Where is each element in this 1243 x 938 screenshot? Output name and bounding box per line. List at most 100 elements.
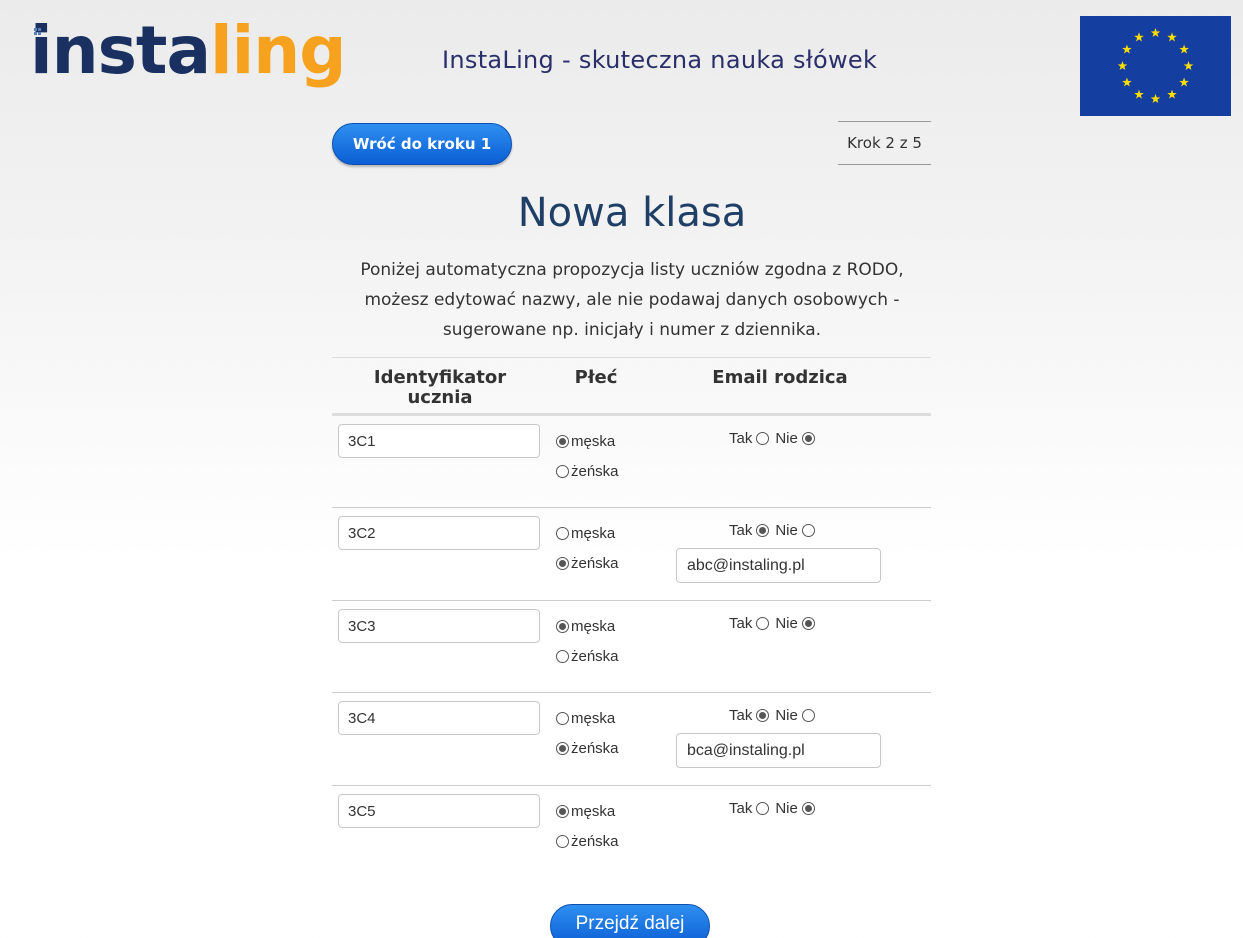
eu-star-icon — [1167, 32, 1177, 42]
email-yes-radio[interactable] — [756, 432, 770, 445]
gender-female-option[interactable]: żeńska — [556, 641, 619, 671]
parent-email-toggle: Tak Nie — [729, 430, 817, 447]
gender-female-radio[interactable] — [556, 556, 569, 570]
header-parent-email: Email rodzica — [712, 367, 848, 388]
student-row: 3C4 męska żeńska Tak Nie bca@instaling.p… — [332, 693, 931, 786]
email-no-label: Nie — [775, 800, 798, 817]
email-yes-radio[interactable] — [756, 802, 770, 815]
gender-male-radio[interactable] — [556, 804, 569, 818]
parent-email-toggle: Tak Nie — [729, 615, 817, 632]
gender-female-option[interactable]: żeńska — [556, 826, 619, 856]
email-yes-label: Tak — [729, 800, 753, 817]
email-yes-label: Tak — [729, 522, 753, 539]
gender-male-option[interactable]: męska — [556, 426, 619, 456]
gender-female-label: żeńska — [571, 554, 619, 572]
email-no-label: Nie — [775, 430, 798, 447]
intro-line: możesz edytować nazwy, ale nie podawaj d… — [364, 290, 900, 310]
eu-star-icon — [1179, 77, 1189, 87]
page-title: Nowa klasa — [517, 190, 747, 236]
eu-star-icon — [1150, 28, 1161, 38]
student-id-input[interactable]: 3C5 — [338, 794, 540, 828]
email-no-radio[interactable] — [801, 617, 815, 630]
email-no-radio[interactable] — [801, 432, 815, 445]
student-id-input[interactable]: 3C1 — [338, 424, 540, 458]
next-button[interactable]: Przejdź dalej — [550, 904, 710, 938]
intro-line: sugerowane np. inicjały i numer z dzienn… — [442, 320, 822, 340]
gender-female-option[interactable]: żeńska — [556, 733, 619, 763]
email-no-label: Nie — [775, 615, 798, 632]
gender-female-label: żeńska — [571, 832, 619, 850]
email-yes-label: Tak — [729, 430, 753, 447]
eu-star-icon — [1167, 89, 1177, 99]
eu-star-icon — [1179, 44, 1189, 54]
eu-star-icon — [1150, 94, 1161, 104]
back-to-step-1-button[interactable]: Wróć do kroku 1 — [332, 123, 512, 165]
gender-male-radio[interactable] — [556, 526, 569, 540]
table-top-divider — [332, 357, 931, 358]
gender-female-radio[interactable] — [556, 834, 569, 848]
parent-email-toggle: Tak Nie — [729, 800, 817, 817]
header-gender: Płeć — [574, 367, 618, 388]
logo-dots-icon — [34, 28, 42, 36]
email-no-radio[interactable] — [801, 524, 815, 537]
gender-male-label: męska — [571, 617, 616, 635]
student-id-input[interactable]: 3C3 — [338, 609, 540, 643]
email-yes-label: Tak — [729, 707, 753, 724]
parent-email-input[interactable]: bca@instaling.pl — [676, 733, 881, 768]
email-yes-label: Tak — [729, 615, 753, 632]
parent-email-toggle: Tak Nie — [729, 707, 817, 724]
header-student-id: Identyfikator ucznia — [373, 367, 507, 408]
instaling-logo[interactable]: insta ling — [30, 12, 346, 89]
gender-male-option[interactable]: męska — [556, 796, 619, 826]
gender-female-option[interactable]: żeńska — [556, 548, 619, 578]
gender-female-label: żeńska — [571, 647, 619, 665]
gender-female-radio[interactable] — [556, 741, 569, 755]
eu-star-icon — [1117, 61, 1128, 71]
gender-male-radio[interactable] — [556, 434, 569, 448]
email-yes-radio[interactable] — [756, 709, 770, 722]
gender-female-radio[interactable] — [556, 649, 569, 663]
logo-text-insta: insta — [30, 12, 211, 89]
email-yes-radio[interactable] — [756, 617, 770, 630]
student-id-input[interactable]: 3C4 — [338, 701, 540, 735]
step-indicator: Krok 2 z 5 — [838, 121, 931, 165]
email-no-label: Nie — [775, 522, 798, 539]
gender-options: męska żeńska — [556, 796, 619, 856]
student-id-input[interactable]: 3C2 — [338, 516, 540, 550]
parent-email-toggle: Tak Nie — [729, 522, 817, 539]
eu-star-icon — [1122, 77, 1132, 87]
gender-male-label: męska — [571, 802, 616, 820]
gender-male-option[interactable]: męska — [556, 611, 619, 641]
email-no-label: Nie — [775, 707, 798, 724]
parent-email-input[interactable]: abc@instaling.pl — [676, 548, 881, 583]
gender-female-option[interactable]: żeńska — [556, 456, 619, 486]
gender-female-label: żeńska — [571, 739, 619, 757]
eu-star-icon — [1122, 44, 1132, 54]
gender-male-radio[interactable] — [556, 711, 569, 725]
gender-male-option[interactable]: męska — [556, 703, 619, 733]
gender-male-label: męska — [571, 709, 616, 727]
student-row: 3C2 męska żeńska Tak Nie abc@instaling.p… — [332, 508, 931, 601]
email-no-radio[interactable] — [801, 802, 815, 815]
eu-star-icon — [1183, 61, 1194, 71]
intro-line: Poniżej automatyczna propozycja listy uc… — [360, 260, 904, 280]
gender-male-label: męska — [571, 524, 616, 542]
gender-options: męska żeńska — [556, 611, 619, 671]
gender-male-radio[interactable] — [556, 619, 569, 633]
gender-male-label: męska — [571, 432, 616, 450]
email-yes-radio[interactable] — [756, 524, 770, 537]
student-row: 3C3 męska żeńska Tak Nie — [332, 601, 931, 693]
gender-female-radio[interactable] — [556, 464, 569, 478]
student-row: 3C1 męska żeńska Tak Nie — [332, 416, 931, 508]
eu-star-icon — [1134, 32, 1144, 42]
gender-options: męska żeńska — [556, 703, 619, 763]
email-no-radio[interactable] — [801, 709, 815, 722]
gender-options: męska żeńska — [556, 518, 619, 578]
eu-star-icon — [1134, 89, 1144, 99]
site-title: InstaLing - skuteczna nauka słówek — [442, 46, 878, 74]
intro-text: Poniżej automatyczna propozycja listy uc… — [332, 255, 932, 345]
gender-female-label: żeńska — [571, 462, 619, 480]
gender-options: męska żeńska — [556, 426, 619, 486]
gender-male-option[interactable]: męska — [556, 518, 619, 548]
eu-flag-icon — [1080, 16, 1231, 116]
